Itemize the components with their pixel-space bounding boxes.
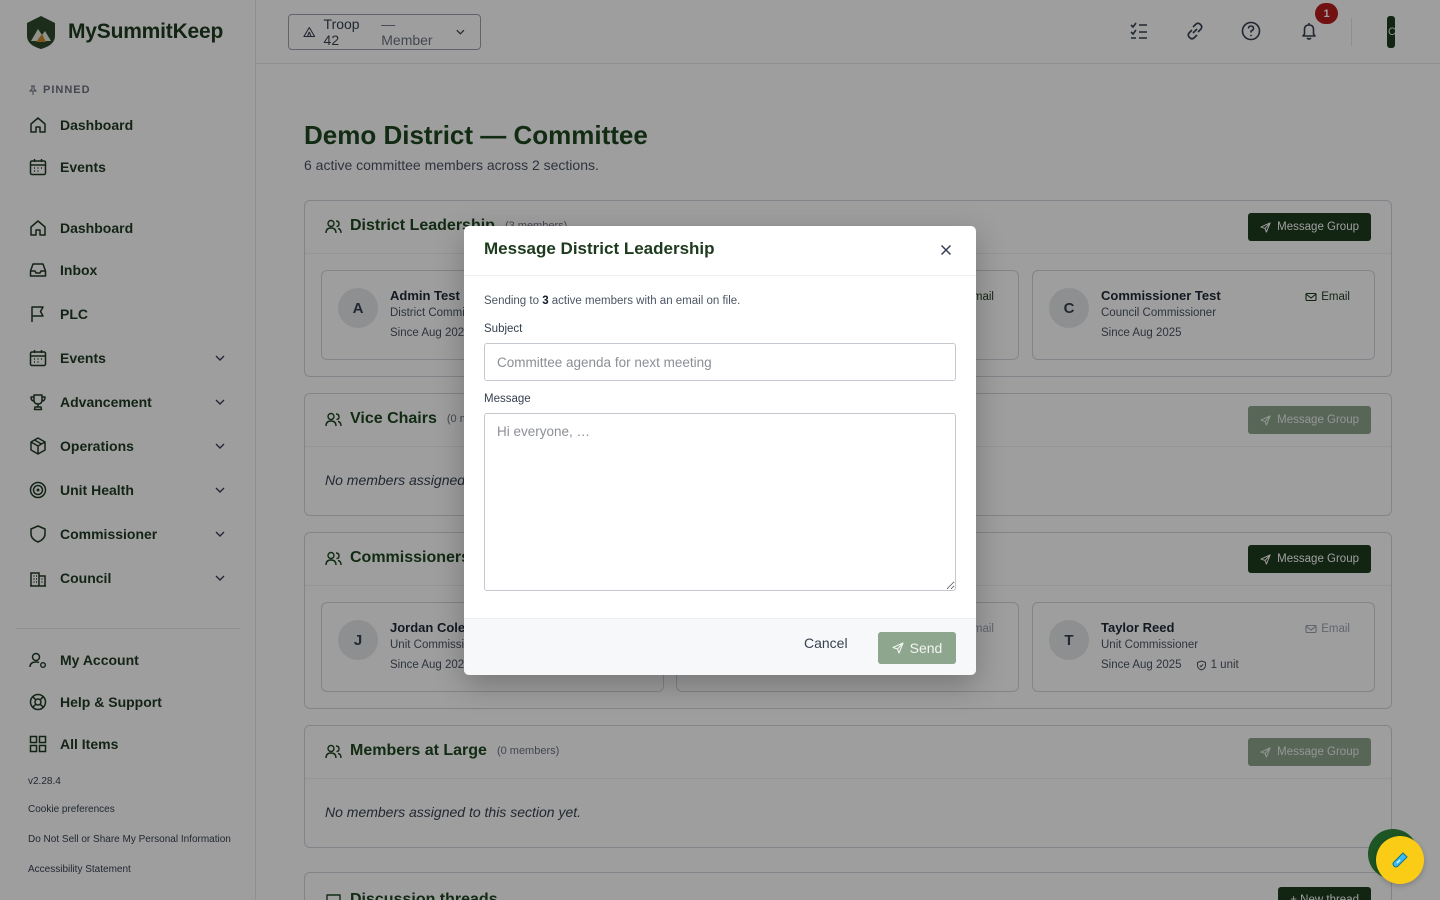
message-label: Message xyxy=(484,393,531,405)
test-tube-fab[interactable] xyxy=(1376,836,1424,884)
subject-label: Subject xyxy=(484,323,523,335)
message-textarea[interactable] xyxy=(484,413,956,591)
dialog-title: Message District Leadership xyxy=(484,239,715,258)
test-tube-icon xyxy=(1392,852,1408,868)
send-icon xyxy=(892,642,904,654)
cancel-button[interactable]: Cancel xyxy=(804,635,848,651)
dialog-divider xyxy=(464,275,976,276)
send-button[interactable]: Send xyxy=(878,632,956,664)
subject-input[interactable] xyxy=(484,343,956,381)
dialog-footer: Cancel Send xyxy=(464,618,976,675)
close-icon[interactable] xyxy=(938,242,954,258)
recipient-info: Sending to 3 active members with an emai… xyxy=(484,295,741,307)
message-group-dialog: Message District Leadership Sending to 3… xyxy=(464,226,976,675)
